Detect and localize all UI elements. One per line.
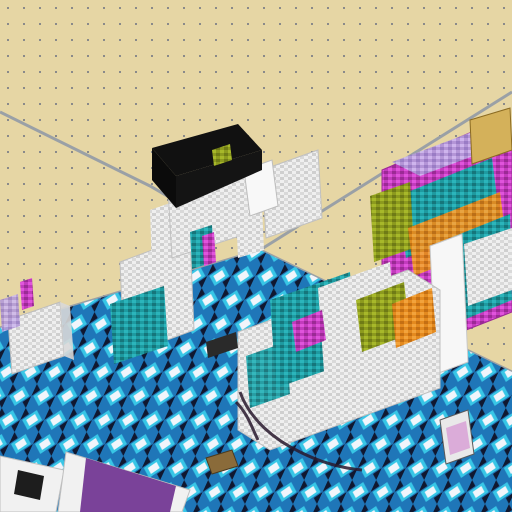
game-viewport[interactable] xyxy=(0,0,512,512)
room-canvas[interactable] xyxy=(0,0,512,512)
